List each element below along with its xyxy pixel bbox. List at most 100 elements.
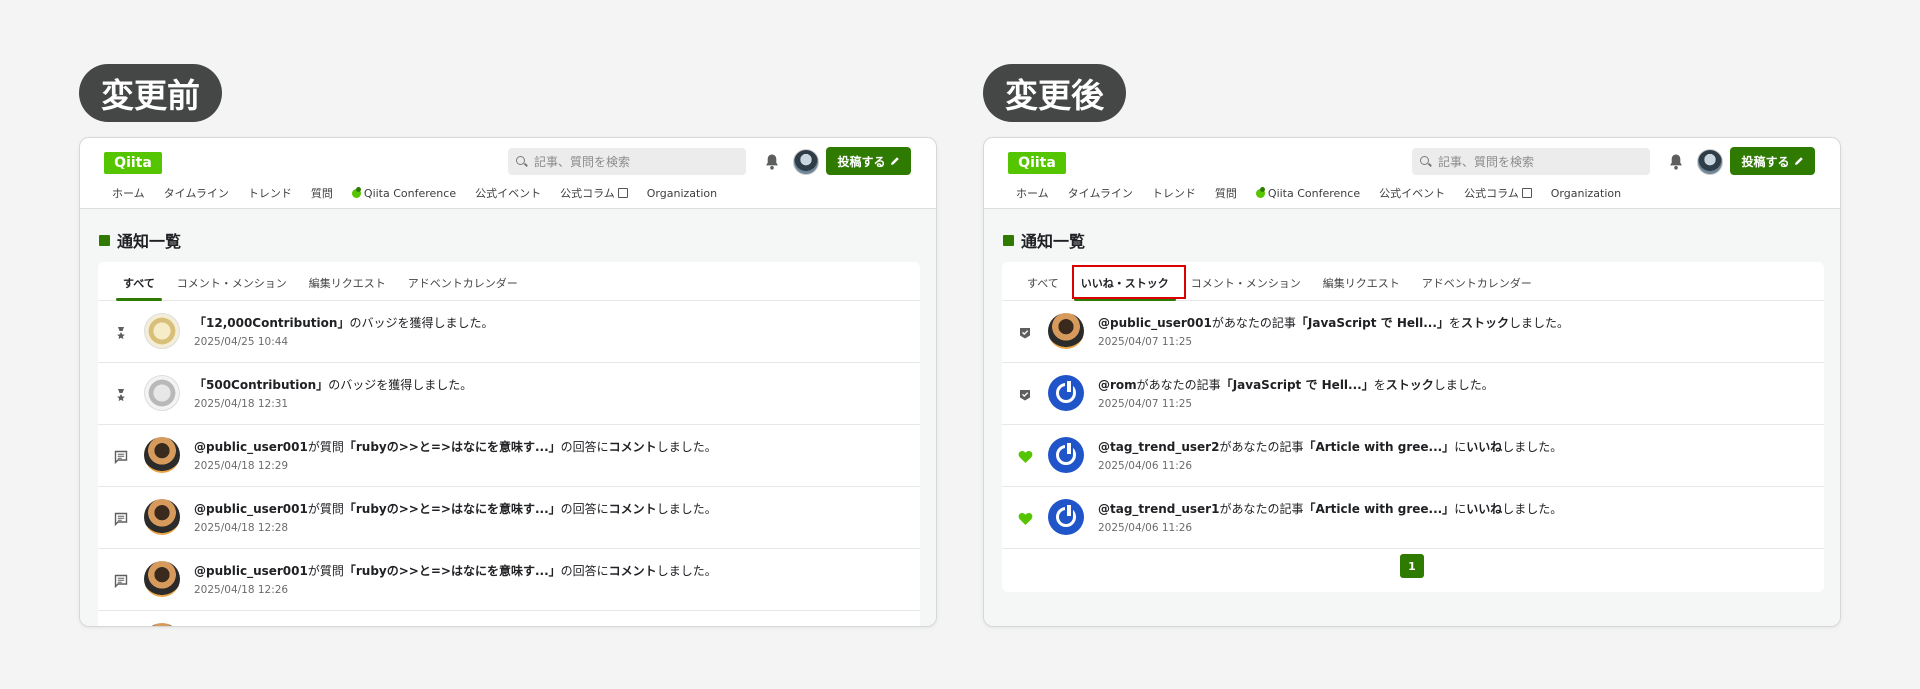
notification-item[interactable]: @tag_trend_user2があなたの記事「Article with gre…	[1002, 425, 1824, 487]
message-emphasis: 「rubyの>>と=>はなにを意味す...」	[343, 564, 561, 578]
notification-message: 「12,000Contribution」のバッジを獲得しました。	[194, 314, 493, 331]
tab-3[interactable]: 編集リクエスト	[1312, 275, 1411, 300]
nav-official-events[interactable]: 公式イベント	[1379, 185, 1445, 201]
site-header: Qiita 記事、質問を検索 投稿する ホーム タイムライン トレンド 質問 Q…	[984, 138, 1840, 209]
notification-item[interactable]: @public_user001が質問「rubyの>>と=>はなにを意味す...」…	[98, 487, 920, 549]
nav-official-column[interactable]: 公式コラム	[560, 185, 628, 201]
message-emphasis: 「Article with gree...」	[1303, 502, 1455, 516]
user-avatar[interactable]	[793, 149, 819, 175]
qiita-logo[interactable]: Qiita	[1008, 152, 1066, 174]
message-text: が質問	[307, 440, 344, 454]
nav-conference[interactable]: Qiita Conference	[1255, 185, 1361, 201]
nav-conference-label: Qiita Conference	[1267, 186, 1361, 200]
nav-timeline[interactable]: タイムライン	[164, 185, 229, 201]
search-input[interactable]: 記事、質問を検索	[508, 148, 746, 175]
page-title: 通知一覧	[1003, 228, 1085, 252]
notification-item[interactable]: 「500Contribution」のバッジを獲得しました。 2025/04/18 …	[98, 363, 920, 425]
medal-icon	[114, 325, 128, 340]
message-text: があなたの記事	[1219, 502, 1304, 516]
after-screen: Qiita 記事、質問を検索 投稿する ホーム タイムライン トレンド 質問 Q…	[983, 137, 1841, 627]
nav-organization[interactable]: Organization	[1551, 185, 1621, 201]
nav-home[interactable]: ホーム	[1016, 185, 1049, 201]
search-icon	[1420, 155, 1432, 168]
nav-trend[interactable]: トレンド	[1152, 185, 1196, 201]
message-text: が質問	[307, 502, 344, 516]
user-avatar[interactable]	[144, 561, 180, 597]
message-text: のバッジを獲得しました。	[349, 316, 494, 330]
tab-1[interactable]: コメント・メンション	[166, 275, 298, 300]
message-emphasis: コメント	[609, 626, 657, 627]
notification-item[interactable]: @tag_trend_user1があなたの記事「Article with gre…	[1002, 487, 1824, 549]
notification-message: @tag_trend_user1があなたの記事「Article with gre…	[1098, 500, 1562, 517]
notification-item[interactable]: @public_user001が質問「rubyの>>と=>はなにを意味す...」…	[98, 611, 920, 627]
notification-time: 2025/04/06 11:26	[1098, 522, 1193, 534]
tab-4[interactable]: アドベントカレンダー	[1411, 275, 1543, 300]
pagination-page-button[interactable]: 1	[1400, 554, 1424, 578]
message-text: を	[1448, 316, 1461, 330]
notification-item[interactable]: @public_user001が質問「rubyの>>と=>はなにを意味す...」…	[98, 549, 920, 611]
nav-trend[interactable]: トレンド	[248, 185, 292, 201]
user-avatar[interactable]	[1048, 313, 1084, 349]
before-label: 変更前	[79, 64, 222, 122]
user-avatar[interactable]	[144, 499, 180, 535]
user-avatar[interactable]	[1697, 149, 1723, 175]
user-avatar[interactable]	[1048, 499, 1084, 535]
message-emphasis: 「500Contribution」	[194, 378, 329, 392]
notification-time: 2025/04/07 11:25	[1098, 336, 1193, 348]
notification-item[interactable]: @public_user001が質問「rubyの>>と=>はなにを意味す...」…	[98, 425, 920, 487]
user-avatar[interactable]	[1048, 375, 1084, 411]
tab-2[interactable]: 編集リクエスト	[298, 275, 397, 300]
message-emphasis: いいね	[1466, 440, 1503, 454]
message-emphasis: コメント	[608, 502, 657, 516]
tab-highlight-box	[1072, 265, 1186, 299]
notification-tabs: すべて いいね・ストック コメント・メンション 編集リクエスト アドベントカレンダー	[1002, 262, 1824, 301]
message-text: しました。	[656, 502, 717, 516]
user-avatar[interactable]	[1048, 437, 1084, 473]
message-text: があなたの記事	[1219, 440, 1304, 454]
message-text: が質問	[308, 626, 344, 627]
nav-official-column[interactable]: 公式コラム	[1464, 185, 1532, 201]
message-text: の回答に	[560, 564, 609, 578]
user-avatar[interactable]	[144, 437, 180, 473]
badge-image	[144, 313, 180, 349]
nav-question[interactable]: 質問	[311, 185, 333, 201]
notification-item[interactable]: @public_user001があなたの記事「JavaScript で Hell…	[1002, 301, 1824, 363]
nav-timeline[interactable]: タイムライン	[1068, 185, 1133, 201]
nav-home[interactable]: ホーム	[112, 185, 145, 201]
bell-icon[interactable]	[1668, 153, 1684, 171]
post-button-label: 投稿する	[1741, 154, 1790, 169]
message-text: しました。	[656, 440, 717, 454]
search-input[interactable]: 記事、質問を検索	[1412, 148, 1650, 175]
nav-question[interactable]: 質問	[1215, 185, 1237, 201]
qiita-logo[interactable]: Qiita	[104, 152, 162, 174]
post-button[interactable]: 投稿する	[1730, 147, 1815, 175]
external-link-icon	[617, 188, 628, 198]
message-emphasis: @public_user001	[1098, 316, 1212, 330]
message-emphasis: 「rubyの>>と=>はなにを意味す...」	[343, 502, 561, 516]
post-button-label: 投稿する	[837, 154, 886, 169]
post-button[interactable]: 投稿する	[826, 147, 911, 175]
nav-official-events[interactable]: 公式イベント	[475, 185, 541, 201]
bell-icon[interactable]	[764, 153, 780, 171]
nav-official-column-label: 公式コラム	[1464, 187, 1519, 200]
tab-0[interactable]: すべて	[112, 275, 166, 301]
search-placeholder: 記事、質問を検索	[534, 155, 631, 169]
message-text: しました。	[1508, 316, 1569, 330]
nav-conference[interactable]: Qiita Conference	[351, 185, 456, 201]
notification-message: @public_user001が質問「rubyの>>と=>はなにを意味す...」…	[194, 562, 717, 579]
message-text: しました。	[656, 564, 717, 578]
notification-message: @tag_trend_user2があなたの記事「Article with gre…	[1098, 438, 1562, 455]
notification-item[interactable]: 「12,000Contribution」のバッジを獲得しました。 2025/04/…	[98, 301, 920, 363]
tab-3[interactable]: アドベントカレンダー	[397, 275, 529, 300]
tab-2[interactable]: コメント・メンション	[1180, 275, 1312, 300]
message-text: のバッジを獲得しました。	[328, 378, 473, 392]
notification-time: 2025/04/18 12:31	[194, 398, 289, 410]
notification-item[interactable]: @romがあなたの記事「JavaScript で Hell...」をストックしま…	[1002, 363, 1824, 425]
message-text: の回答に	[560, 440, 609, 454]
message-emphasis: @rom	[1098, 378, 1137, 392]
nav-organization[interactable]: Organization	[647, 185, 717, 201]
notification-card: すべて コメント・メンション 編集リクエスト アドベントカレンダー 「12,000Con…	[98, 262, 920, 627]
user-avatar[interactable]	[144, 623, 180, 626]
tab-0[interactable]: すべて	[1016, 275, 1070, 300]
message-emphasis: @tag_trend_user1	[1098, 502, 1220, 516]
